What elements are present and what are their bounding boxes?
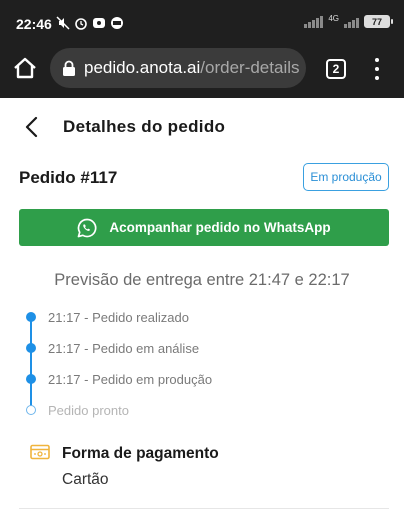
timeline-step-label: 21:17 - Pedido em produção [48,371,213,387]
timeline-step: 21:17 - Pedido realizado [26,308,189,326]
battery-level: 77 [371,16,382,27]
lock-icon [63,60,75,76]
page-title: Detalhes do pedido [63,117,226,136]
timeline-step: 21:17 - Pedido em produção [26,370,212,388]
back-arrow-icon[interactable] [22,116,42,138]
timeline-dot-pending [26,405,36,415]
notification-icons [56,16,124,30]
timeline-step: 21:17 - Pedido em análise [26,339,199,357]
signal-icon [304,15,324,28]
app-notification-icon [93,18,105,28]
timeline-step-label: 21:17 - Pedido em análise [48,340,200,356]
timeline-dot [26,374,36,384]
delivery-estimate: Previsão de entrega entre 21:47 e 22:17 [54,271,350,289]
tab-count: 2 [332,62,340,76]
timeline-dot [26,312,36,322]
url-domain: pedido.anota.ai [84,58,201,77]
browser-menu-icon[interactable] [372,56,382,82]
network-label: 4G [328,14,339,23]
payment-title: Forma de pagamento [62,445,219,462]
divider [19,508,389,509]
status-badge-label: Em produção [310,170,382,184]
status-time: 22:46 [16,16,52,32]
address-bar[interactable]: pedido.anota.ai/order-details [50,48,306,88]
order-number: Pedido #117 [19,168,118,187]
whatsapp-icon [78,218,97,237]
timeline-step-label: Pedido pronto [48,402,129,418]
system-status: 4G 77 [304,14,393,28]
signal-icon-2 [344,16,359,28]
mute-icon [56,16,70,30]
url-text: pedido.anota.ai/order-details [84,58,300,78]
timeline-step-pending: Pedido pronto [26,401,129,419]
home-icon[interactable] [12,55,38,81]
card-icon [30,444,50,460]
tab-switcher-button[interactable]: 2 [326,59,346,79]
alarm-icon [75,18,87,30]
timeline-dot [26,343,36,353]
battery-icon: 77 [364,15,393,28]
app-notification-icon-2 [111,17,123,29]
status-badge: Em produção [303,163,389,191]
url-path: /order-details [200,58,300,77]
timeline-step-label: 21:17 - Pedido realizado [48,309,189,325]
whatsapp-button-label: Acompanhar pedido no WhatsApp [109,220,331,235]
order-timeline: 21:17 - Pedido realizado 21:17 - Pedido … [26,308,386,418]
browser-toolbar: pedido.anota.ai/order-details 2 [0,38,404,98]
payment-method: Cartão [62,471,109,488]
whatsapp-track-button[interactable]: Acompanhar pedido no WhatsApp [19,209,389,246]
